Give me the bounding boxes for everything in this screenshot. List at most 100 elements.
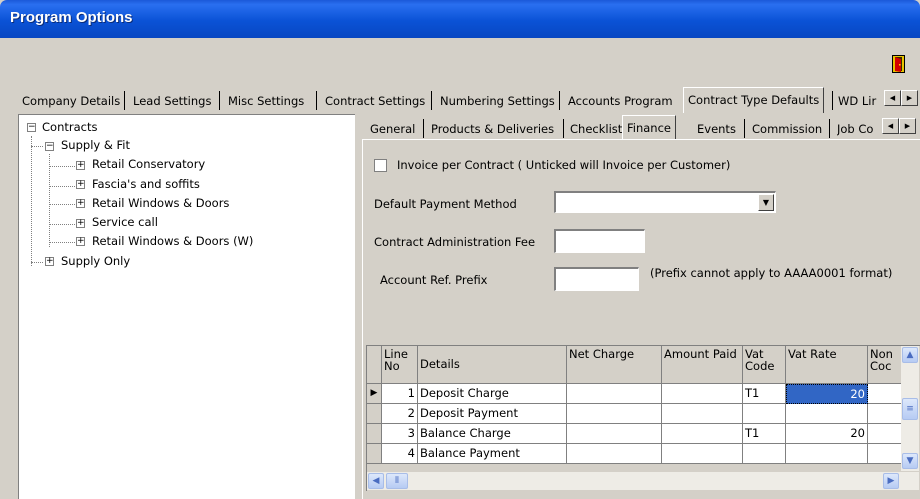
grid-row-header[interactable] — [367, 444, 382, 464]
tab-finance[interactable]: Finance — [622, 115, 676, 141]
grid-cell-line-no[interactable]: 1 — [382, 384, 418, 404]
grid-cell-vat-rate[interactable]: 20 — [786, 424, 868, 444]
account-ref-prefix-field[interactable] — [554, 267, 639, 291]
tree-node-retail-windows-doors-w[interactable]: Retail Windows & Doors (W) — [92, 233, 253, 249]
tab-company-details[interactable]: Company Details — [22, 91, 120, 113]
tab-general[interactable]: General — [370, 119, 415, 141]
tree-node-service-call[interactable]: Service call — [92, 214, 158, 230]
title-bar[interactable]: Program Options — [0, 0, 920, 38]
column-header-details[interactable]: Details — [418, 346, 567, 384]
grid-cell-line-no[interactable]: 4 — [382, 444, 418, 464]
current-row-indicator-icon[interactable]: ▶ — [367, 384, 382, 404]
grid-cell-details[interactable]: Deposit Charge — [418, 384, 567, 404]
grid-cell-details[interactable]: Balance Payment — [418, 444, 567, 464]
scroll-right-icon[interactable]: ▶ — [883, 473, 899, 489]
grid-row-header[interactable] — [367, 424, 382, 444]
tab-events[interactable]: Events — [697, 119, 736, 141]
tab-divider — [219, 91, 220, 110]
tab-checklist[interactable]: Checklist — [570, 119, 622, 141]
grid-vertical-scrollbar[interactable]: ▲ ≡ ▼ — [901, 346, 919, 471]
tab-divider — [563, 119, 564, 138]
grid-cell-line-no[interactable]: 3 — [382, 424, 418, 444]
invoice-per-contract-checkbox[interactable] — [374, 159, 387, 172]
scroll-right-icon[interactable]: ▶ — [901, 90, 918, 106]
contract-admin-fee-label: Contract Administration Fee — [374, 235, 536, 249]
grid-cell-line-no[interactable]: 2 — [382, 404, 418, 424]
scroll-right-icon[interactable]: ▶ — [899, 118, 916, 134]
tab-divider — [316, 91, 317, 110]
tree-connector — [31, 262, 43, 263]
expand-icon[interactable]: + — [45, 257, 54, 266]
grid-cell-net-charge[interactable] — [567, 424, 662, 444]
column-header-vat-code[interactable]: Vat Code — [743, 346, 786, 384]
collapse-icon[interactable]: − — [27, 123, 36, 132]
grid-cell-net-charge[interactable] — [567, 384, 662, 404]
tree-node-supply-only[interactable]: Supply Only — [61, 253, 130, 269]
tab-accounts-program[interactable]: Accounts Program — [568, 91, 673, 113]
tree-node-retail-windows-doors[interactable]: Retail Windows & Doors — [92, 195, 229, 211]
expand-icon[interactable]: + — [76, 180, 85, 189]
toolbar — [0, 38, 920, 84]
tab-products-deliveries[interactable]: Products & Deliveries — [431, 119, 554, 141]
exit-door-icon[interactable] — [892, 55, 905, 73]
collapse-icon[interactable]: − — [45, 142, 54, 151]
tab-lead-settings[interactable]: Lead Settings — [133, 91, 211, 113]
grid-horizontal-scrollbar[interactable]: ◀ ⦀ ▶ — [367, 472, 919, 490]
grid-cell-amount-paid[interactable] — [662, 424, 743, 444]
expand-icon[interactable]: + — [76, 161, 85, 170]
tab-misc-settings[interactable]: Misc Settings — [228, 91, 304, 113]
column-header-vat-rate[interactable]: Vat Rate — [786, 346, 868, 384]
scroll-up-icon[interactable]: ▲ — [902, 347, 918, 363]
contract-type-tree[interactable]: − Contracts − Supply & Fit + Retail Cons… — [18, 114, 355, 499]
tab-contract-type-defaults[interactable]: Contract Type Defaults — [683, 87, 825, 113]
column-header-net-charge[interactable]: Net Charge — [567, 346, 662, 384]
tree-node-retail-conservatory[interactable]: Retail Conservatory — [92, 156, 205, 172]
tab-job-co[interactable]: Job Co — [837, 119, 887, 141]
finance-lines-grid[interactable]: Line No Details Net Charge Amount Paid V… — [366, 345, 920, 491]
scroll-left-icon[interactable]: ◀ — [884, 90, 901, 106]
scroll-left-icon[interactable]: ◀ — [368, 473, 384, 489]
tree-connector — [49, 242, 75, 243]
grid-cell-vat-code[interactable] — [743, 444, 786, 464]
vertical-scroll-thumb[interactable]: ≡ — [902, 398, 918, 420]
tree-node-supply-fit[interactable]: Supply & Fit — [61, 137, 130, 153]
default-payment-method-select[interactable]: ▼ — [554, 191, 776, 213]
tree-connector — [49, 186, 75, 187]
tab-numbering-settings[interactable]: Numbering Settings — [440, 91, 555, 113]
grid-cell-net-charge[interactable] — [567, 404, 662, 424]
column-header-line-no[interactable]: Line No — [382, 346, 418, 384]
tree-connector — [49, 204, 75, 205]
scroll-left-icon[interactable]: ◀ — [882, 118, 899, 134]
grid-cell-vat-code[interactable] — [743, 404, 786, 424]
expand-icon[interactable]: + — [76, 199, 85, 208]
grid-cell-vat-rate-selected[interactable]: 20 — [786, 384, 868, 404]
tree-node-contracts[interactable]: Contracts — [42, 119, 97, 135]
grid-cell-details[interactable]: Deposit Payment — [418, 404, 567, 424]
grid-cell-details[interactable]: Balance Charge — [418, 424, 567, 444]
grid-row-header[interactable] — [367, 404, 382, 424]
chevron-down-icon[interactable]: ▼ — [758, 194, 774, 211]
sub-tab-scroller: ◀ ▶ — [882, 118, 916, 134]
tab-wd-lir[interactable]: WD Lir — [838, 91, 888, 113]
tree-node-fascias-soffits[interactable]: Fascia's and soffits — [92, 176, 200, 192]
tree-connector — [49, 166, 75, 167]
grid-cell-vat-rate[interactable] — [786, 444, 868, 464]
expand-icon[interactable]: + — [76, 219, 85, 228]
grid-cell-vat-code[interactable]: T1 — [743, 384, 786, 404]
grid-cell-amount-paid[interactable] — [662, 384, 743, 404]
scroll-down-icon[interactable]: ▼ — [902, 453, 918, 469]
tab-commission[interactable]: Commission — [752, 119, 822, 141]
grid-cell-net-charge[interactable] — [567, 444, 662, 464]
horizontal-scroll-thumb[interactable]: ⦀ — [386, 473, 408, 489]
grid-cell-amount-paid[interactable] — [662, 404, 743, 424]
main-tab-scroller: ◀ ▶ — [884, 90, 918, 106]
grid-cell-vat-rate[interactable] — [786, 404, 868, 424]
grid-cell-vat-code[interactable]: T1 — [743, 424, 786, 444]
expand-icon[interactable]: + — [76, 237, 85, 246]
invoice-per-contract-label: Invoice per Contract ( Unticked will Inv… — [397, 158, 731, 172]
tab-contract-settings[interactable]: Contract Settings — [325, 91, 425, 113]
contract-admin-fee-field[interactable] — [554, 229, 645, 253]
tree-connector — [31, 136, 32, 266]
grid-cell-amount-paid[interactable] — [662, 444, 743, 464]
column-header-amount-paid[interactable]: Amount Paid — [662, 346, 743, 384]
